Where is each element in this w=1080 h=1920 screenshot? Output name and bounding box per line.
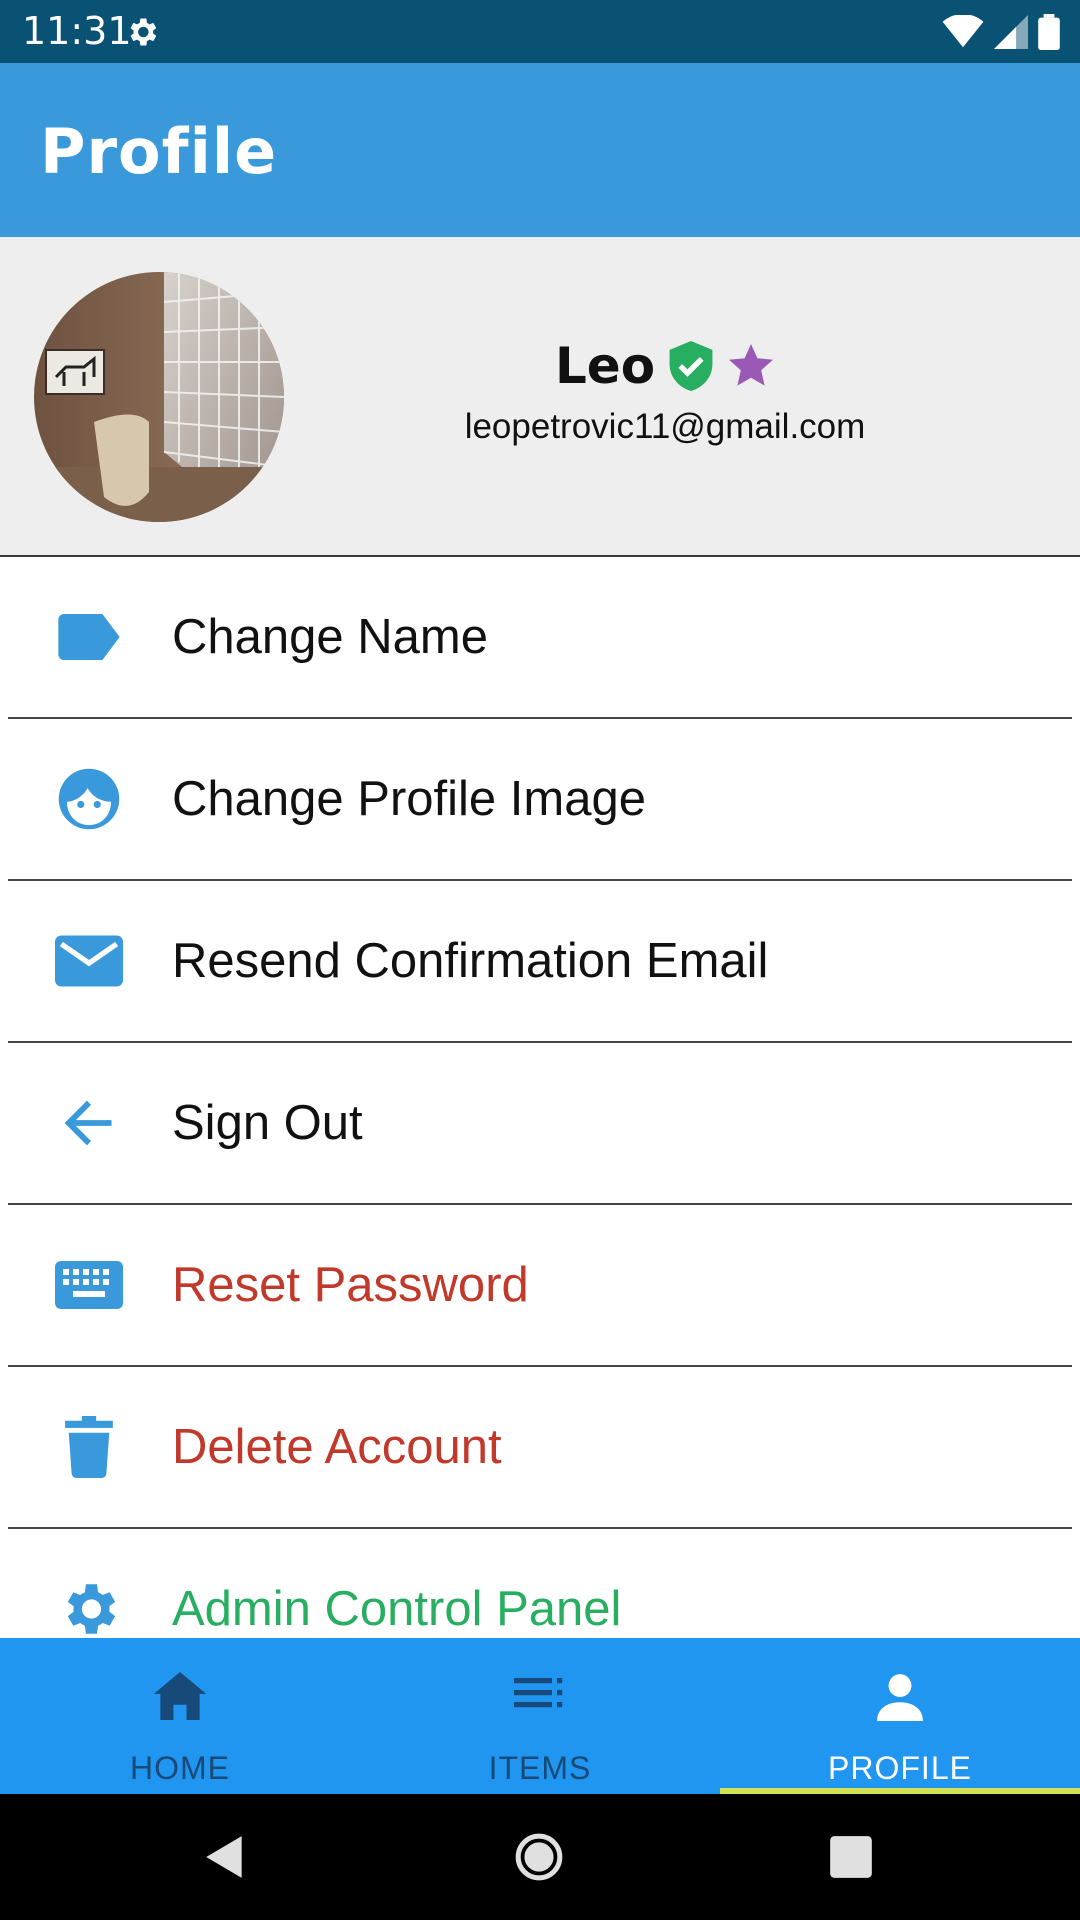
menu-item-label: Change Name <box>172 610 488 664</box>
menu-item-reset-password[interactable]: Reset Password <box>8 1205 1072 1367</box>
list-icon <box>510 1668 570 1724</box>
menu-item-admin-control-panel[interactable]: Admin Control Panel <box>8 1529 1072 1638</box>
home-circle-icon[interactable] <box>514 1832 564 1882</box>
menu-item-change-name[interactable]: Change Name <box>8 557 1072 719</box>
status-bar: 11:31 <box>0 0 1080 63</box>
app-bar: Profile <box>0 63 1080 237</box>
recents-square-icon[interactable] <box>826 1832 876 1882</box>
bottom-navigation: HOME ITEMS PROFILE <box>0 1638 1080 1794</box>
tab-label: ITEMS <box>488 1750 592 1786</box>
user-name-line: Leo <box>320 337 1010 395</box>
tab-profile[interactable]: PROFILE <box>720 1638 1080 1794</box>
profile-menu: Change Name Change Profile Image Resend … <box>0 557 1080 1638</box>
star-icon <box>729 344 774 386</box>
gear-icon <box>54 1574 124 1638</box>
menu-item-label: Reset Password <box>172 1258 529 1312</box>
person-icon <box>870 1668 930 1724</box>
menu-item-resend-confirmation-email[interactable]: Resend Confirmation Email <box>8 881 1072 1043</box>
trash-icon <box>54 1412 124 1482</box>
user-email: leopetrovic11@gmail.com <box>464 407 866 446</box>
avatar-image <box>34 272 284 522</box>
face-icon <box>54 764 124 834</box>
profile-header: Leo leopetrovic11@gmail.com <box>0 237 1080 557</box>
menu-item-label: Sign Out <box>172 1096 363 1150</box>
user-name: Leo <box>554 337 656 395</box>
signal-icon <box>994 15 1028 49</box>
tab-label: PROFILE <box>828 1750 972 1786</box>
page-title: Profile <box>40 115 278 188</box>
status-indicators <box>942 12 1060 52</box>
envelope-icon <box>54 926 124 996</box>
avatar[interactable] <box>34 272 284 522</box>
wifi-icon <box>942 15 984 48</box>
battery-icon <box>1038 14 1060 50</box>
status-time: 11:31 <box>22 9 132 53</box>
system-navigation-bar <box>0 1794 1080 1920</box>
tab-label: HOME <box>130 1750 230 1786</box>
user-info: Leo leopetrovic11@gmail.com <box>320 337 1010 447</box>
home-icon <box>150 1668 210 1724</box>
label-tag-icon <box>54 602 124 672</box>
menu-item-label: Resend Confirmation Email <box>172 934 769 988</box>
menu-item-label: Change Profile Image <box>172 772 646 826</box>
verified-shield-icon <box>669 341 713 391</box>
tab-items[interactable]: ITEMS <box>360 1638 720 1794</box>
back-triangle-icon[interactable] <box>200 1832 250 1882</box>
tab-home[interactable]: HOME <box>0 1638 360 1794</box>
menu-item-label: Admin Control Panel <box>172 1582 622 1636</box>
menu-item-label: Delete Account <box>172 1420 502 1474</box>
arrow-left-icon <box>54 1088 124 1158</box>
menu-item-change-profile-image[interactable]: Change Profile Image <box>8 719 1072 881</box>
keyboard-icon <box>54 1250 124 1320</box>
settings-gear-icon <box>130 18 157 46</box>
menu-item-delete-account[interactable]: Delete Account <box>8 1367 1072 1529</box>
menu-item-sign-out[interactable]: Sign Out <box>8 1043 1072 1205</box>
